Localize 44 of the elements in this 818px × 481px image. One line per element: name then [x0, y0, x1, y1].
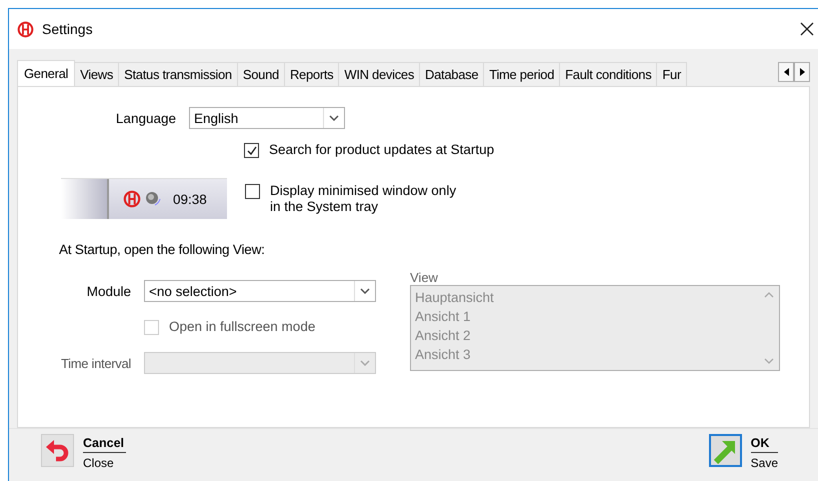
tab[interactable]: Status transmission: [119, 62, 238, 86]
dropdown[interactable]: <no selection>: [144, 280, 376, 302]
clock-time: 09:38: [173, 192, 207, 206]
speaker-icon: [145, 191, 161, 207]
button-label[interactable]: Cancel: [83, 434, 126, 453]
tab[interactable]: Reports: [284, 62, 340, 86]
tab[interactable]: Time period: [484, 62, 560, 86]
field-label: Time interval: [60, 356, 132, 370]
tab[interactable]: Database: [420, 62, 484, 86]
tab[interactable]: Sound: [238, 62, 285, 86]
chevron-up-icon: [764, 292, 774, 298]
field-label: Module: [86, 284, 132, 298]
button-sublabel: Save: [750, 455, 778, 470]
checkbox[interactable]: [245, 184, 260, 198]
field-label: View: [410, 270, 439, 285]
undo-arrow-icon: [44, 438, 70, 464]
close-icon[interactable]: [800, 22, 814, 36]
chevron-down-icon: [360, 360, 370, 366]
logo-icon: [17, 20, 34, 38]
field-label: Language: [114, 110, 177, 126]
tab[interactable]: Fault conditions: [560, 62, 658, 86]
scroll-left-button[interactable]: [778, 62, 794, 82]
window-title: Settings: [42, 21, 94, 37]
logo-icon: [123, 190, 141, 208]
triangle-right-icon: [800, 68, 804, 76]
checkbox[interactable]: [244, 143, 259, 158]
tab[interactable]: WIN devices: [339, 62, 420, 86]
dialog-button[interactable]: [41, 434, 74, 467]
section-heading: At Startup, open the following View:: [59, 242, 266, 257]
triangle-left-icon: [784, 68, 788, 76]
tab[interactable]: General: [17, 60, 76, 86]
checkbox-label: Display minimised window only in the System tray: [270, 182, 458, 214]
chevron-down-icon: [764, 358, 774, 364]
chevron-down-icon: [329, 115, 339, 121]
dropdown[interactable]: English: [189, 107, 345, 129]
checkbox-label: Open in fullscreen mode: [169, 319, 316, 335]
checkbox-label: Search for product updates at Startup: [269, 142, 494, 158]
button-label[interactable]: OK: [750, 434, 778, 453]
chevron-down-icon: [360, 288, 370, 294]
tab[interactable]: Fur: [657, 62, 688, 86]
button-sublabel: Close: [83, 455, 115, 470]
tab[interactable]: Views: [75, 62, 120, 86]
dialog-button[interactable]: [708, 434, 742, 467]
scroll-right-button[interactable]: [794, 62, 810, 82]
